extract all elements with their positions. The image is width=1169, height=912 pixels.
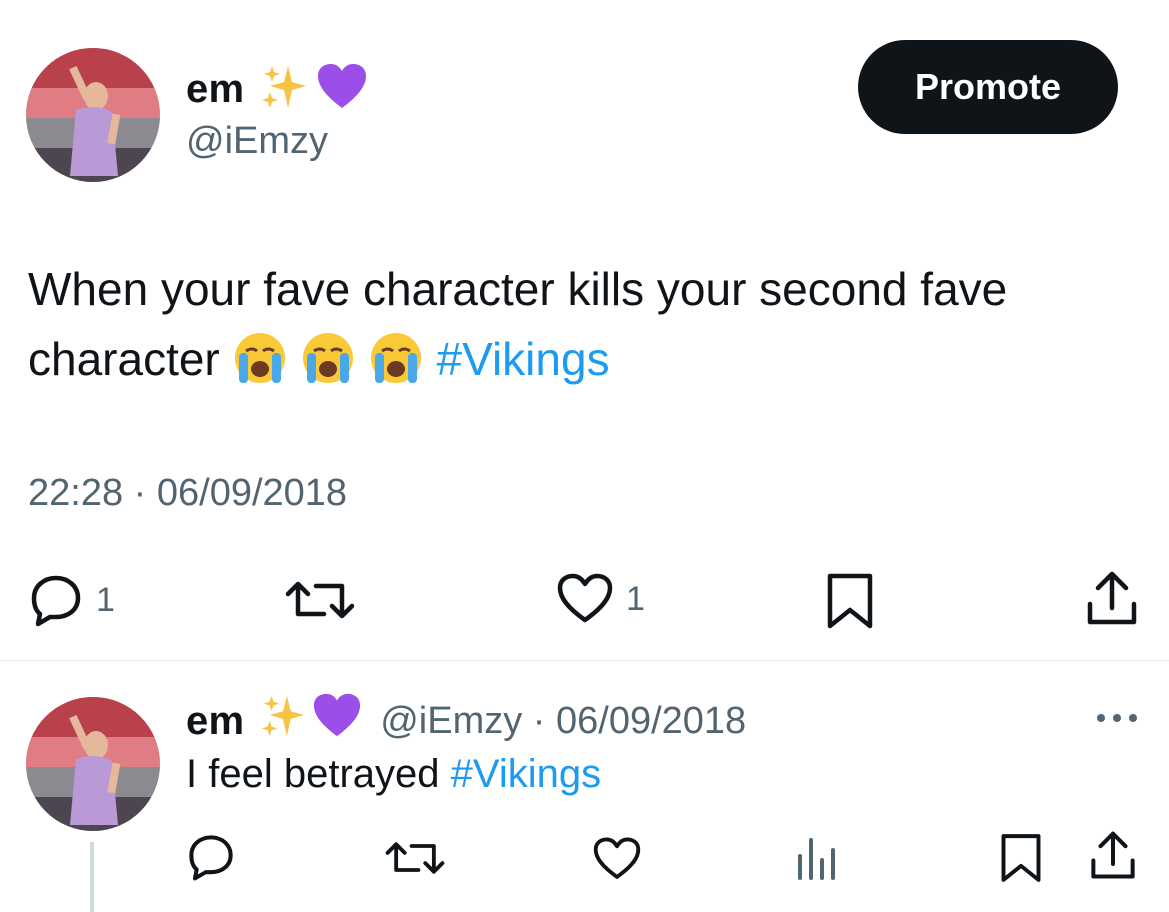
like-button[interactable]: 1 (556, 572, 645, 626)
retweet-button[interactable] (284, 572, 356, 628)
avatar-photo (26, 48, 160, 182)
reply-avatar[interactable] (26, 697, 160, 831)
views-chart-icon (798, 838, 835, 880)
more-dots-icon (1097, 714, 1137, 722)
reply-bookmark-button[interactable] (1000, 832, 1042, 884)
retweet-icon (385, 842, 445, 874)
heart-icon (557, 573, 613, 623)
bookmark-icon (1001, 834, 1041, 882)
share-icon (1091, 831, 1135, 879)
display-name[interactable]: em (186, 67, 244, 112)
bookmark-icon (827, 573, 873, 629)
share-icon (1087, 571, 1137, 625)
sparkles-emoji (260, 62, 310, 117)
hashtag-link[interactable]: #Vikings (437, 333, 610, 385)
promote-button[interactable]: Promote (858, 40, 1118, 134)
reply-views-button[interactable] (796, 834, 840, 882)
reply-icon (189, 835, 233, 881)
reply-share-button[interactable] (1088, 830, 1138, 882)
user-handle[interactable]: @iEmzy (186, 120, 328, 163)
share-button[interactable] (1084, 570, 1140, 628)
more-options-button[interactable] (1094, 708, 1140, 733)
tweet-timestamp[interactable]: 22:28 · 06/09/2018 (28, 472, 347, 515)
tweet-text: When your fave character kills your seco… (28, 254, 1148, 394)
avatar[interactable] (26, 48, 160, 182)
avatar-photo (26, 697, 160, 831)
heart-icon (593, 837, 641, 879)
reply-handle-date[interactable]: @iEmzy · 06/09/2018 (380, 700, 746, 743)
purple-heart-emoji (312, 692, 362, 750)
like-count: 1 (626, 579, 645, 618)
loudly-crying-emoji (301, 331, 355, 385)
reply-like-button[interactable] (592, 836, 642, 882)
retweet-icon (285, 581, 355, 619)
reply-text: I feel betrayed #Vikings (186, 752, 601, 797)
divider (0, 660, 1169, 661)
thread-connector-line (90, 842, 94, 912)
reply-icon (31, 575, 81, 627)
reply-text-body: I feel betrayed (186, 752, 440, 796)
reply-display-name[interactable]: em (186, 699, 244, 744)
loudly-crying-emoji (233, 331, 287, 385)
sparkles-emoji (260, 692, 308, 750)
bookmark-button[interactable] (826, 572, 874, 630)
loudly-crying-emoji (369, 331, 423, 385)
reply-reply-button[interactable] (186, 832, 236, 882)
reply-hashtag-link[interactable]: #Vikings (451, 752, 601, 796)
reply-count: 1 (96, 580, 115, 619)
reply-button[interactable]: 1 (28, 572, 115, 628)
purple-heart-emoji (316, 62, 368, 117)
reply-retweet-button[interactable] (384, 834, 446, 882)
